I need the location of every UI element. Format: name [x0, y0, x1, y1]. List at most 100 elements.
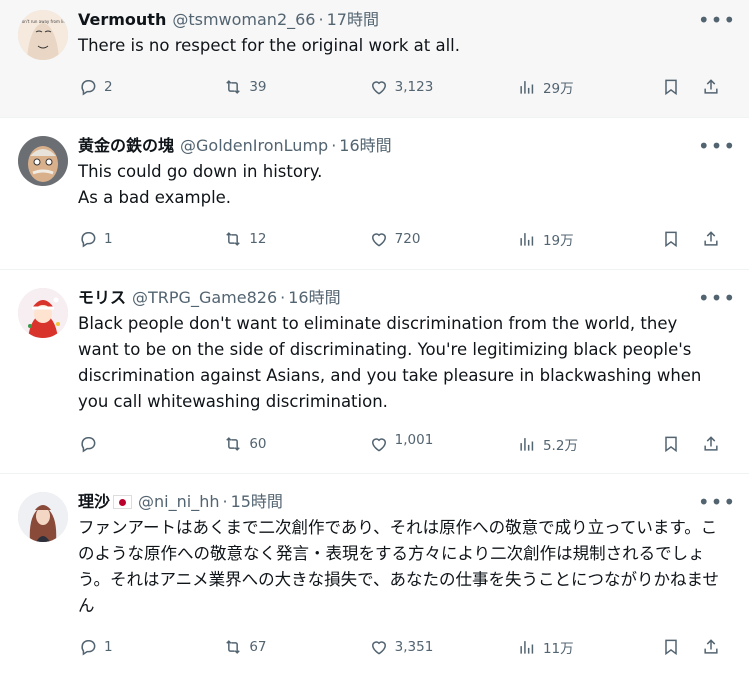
bookmark-icon — [665, 79, 678, 96]
views-button[interactable]: 11万 — [517, 637, 661, 657]
avatar[interactable] — [18, 288, 68, 338]
bookmark-icon — [665, 639, 678, 656]
tweet-text: This could go down in history. As a bad … — [78, 162, 323, 207]
svg-text:Don't run away from life: Don't run away from life — [19, 19, 68, 24]
like-button[interactable]: 3,123 — [369, 77, 517, 97]
tweet[interactable]: ••• 理沙 @ni_ni_hh · 15時間 ファンアートはあくまで二次創作で… — [0, 474, 749, 676]
tweet-header: 黄金の鉄の塊 @GoldenIronLump · 16時間 — [78, 134, 731, 158]
retweet-button[interactable]: 39 — [223, 77, 368, 97]
user-handle[interactable]: @GoldenIronLump — [180, 134, 328, 158]
avatar-image — [18, 492, 68, 542]
separator-dot: · — [280, 288, 286, 307]
bookmark-icon — [665, 436, 678, 453]
user-handle[interactable]: @TRPG_Game826 — [132, 286, 277, 310]
reply-button[interactable] — [78, 434, 223, 454]
views-icon — [520, 233, 534, 246]
timestamp[interactable]: 15時間 — [231, 490, 283, 514]
retweet-icon — [226, 640, 241, 654]
tweet-header: モリス @TRPG_Game826 · 16時間 — [78, 286, 731, 310]
timestamp[interactable]: 16時間 — [339, 134, 391, 158]
views-icon — [520, 81, 534, 94]
views-icon — [520, 438, 534, 451]
retweet-count: 60 — [249, 436, 267, 452]
reply-button[interactable]: 1 — [78, 229, 223, 249]
more-icon[interactable]: ••• — [698, 490, 735, 514]
like-count: 3,351 — [394, 639, 434, 655]
tweet-text: Black people don't want to eliminate dis… — [78, 314, 707, 411]
retweet-icon — [226, 80, 241, 94]
share-button[interactable] — [701, 229, 731, 249]
display-name[interactable]: Vermouth — [78, 8, 166, 32]
view-count: 29万 — [542, 81, 574, 97]
tweet-text: ファンアートはあくまで二次創作であり、それは原作への敬意で成り立っています。この… — [78, 518, 720, 615]
user-handle[interactable]: @ni_ni_hh — [138, 490, 219, 514]
reply-icon — [81, 232, 96, 248]
views-icon — [520, 641, 534, 654]
like-button[interactable]: 720 — [369, 229, 517, 249]
display-name[interactable]: 理沙 — [78, 490, 110, 514]
display-name[interactable]: モリス — [78, 286, 126, 310]
bookmark-button[interactable] — [661, 434, 701, 454]
share-button[interactable] — [701, 77, 731, 97]
share-icon — [704, 231, 718, 246]
reply-count: 1 — [104, 639, 113, 655]
tweet[interactable]: ••• 黄金の鉄の塊 @GoldenIronLump · 16時間 This c… — [0, 118, 749, 270]
avatar[interactable] — [18, 136, 68, 186]
retweet-count: 67 — [249, 639, 267, 655]
retweet-icon — [226, 232, 241, 246]
retweet-count: 12 — [249, 231, 267, 247]
japan-flag-icon — [113, 495, 133, 509]
separator-dot: · — [331, 136, 337, 155]
share-button[interactable] — [701, 434, 731, 454]
retweet-button[interactable]: 67 — [223, 637, 368, 657]
more-icon[interactable]: ••• — [698, 134, 735, 158]
tweet-header: 理沙 @ni_ni_hh · 15時間 — [78, 490, 731, 514]
like-count: 1,001 — [394, 432, 434, 448]
heart-icon — [371, 233, 386, 247]
action-bar: 1 12 720 19万 — [78, 219, 731, 265]
retweet-button[interactable]: 60 — [223, 434, 368, 454]
retweet-button[interactable]: 12 — [223, 229, 368, 249]
reply-count: 1 — [104, 231, 113, 247]
bookmark-button[interactable] — [661, 229, 701, 249]
bookmark-icon — [665, 231, 678, 248]
more-icon[interactable]: ••• — [698, 8, 735, 32]
reply-icon — [81, 437, 96, 453]
like-count: 720 — [394, 231, 421, 247]
timestamp[interactable]: 16時間 — [288, 286, 340, 310]
more-icon[interactable]: ••• — [698, 286, 735, 310]
action-bar: 1 67 3,351 11万 — [78, 627, 731, 673]
heart-icon — [371, 641, 386, 655]
reply-feed: Don't run away from life ••• Vermouth @t… — [0, 0, 749, 676]
like-button[interactable]: 1,001 — [369, 432, 517, 454]
like-button[interactable]: 3,351 — [369, 637, 517, 657]
tweet[interactable]: Don't run away from life ••• Vermouth @t… — [0, 0, 749, 118]
share-button[interactable] — [701, 637, 731, 657]
action-bar: 60 1,001 5.2万 — [78, 424, 731, 470]
timestamp[interactable]: 17時間 — [327, 8, 379, 32]
view-count: 19万 — [542, 233, 574, 249]
like-count: 3,123 — [394, 79, 434, 95]
reply-button[interactable]: 2 — [78, 77, 223, 97]
action-bar: 2 39 3,123 29万 — [78, 67, 731, 113]
bookmark-button[interactable] — [661, 637, 701, 657]
display-name[interactable]: 黄金の鉄の塊 — [78, 134, 174, 158]
separator-dot: · — [222, 492, 228, 511]
view-count: 11万 — [542, 641, 574, 657]
share-icon — [704, 436, 718, 451]
views-button[interactable]: 19万 — [517, 229, 661, 249]
avatar-image — [18, 288, 68, 338]
retweet-count: 39 — [249, 79, 267, 95]
views-button[interactable]: 5.2万 — [517, 434, 661, 454]
bookmark-button[interactable] — [661, 77, 701, 97]
avatar[interactable] — [18, 492, 68, 542]
avatar-image — [18, 136, 68, 186]
separator-dot: · — [318, 10, 324, 29]
avatar[interactable]: Don't run away from life — [18, 10, 68, 60]
retweet-icon — [226, 437, 241, 451]
tweet-text: There is no respect for the original wor… — [78, 36, 461, 55]
views-button[interactable]: 29万 — [517, 77, 661, 97]
user-handle[interactable]: @tsmwoman2_66 — [172, 8, 315, 32]
reply-button[interactable]: 1 — [78, 637, 223, 657]
tweet[interactable]: ••• モリス @TRPG_Game826 · 16時間 Black peopl… — [0, 270, 749, 474]
